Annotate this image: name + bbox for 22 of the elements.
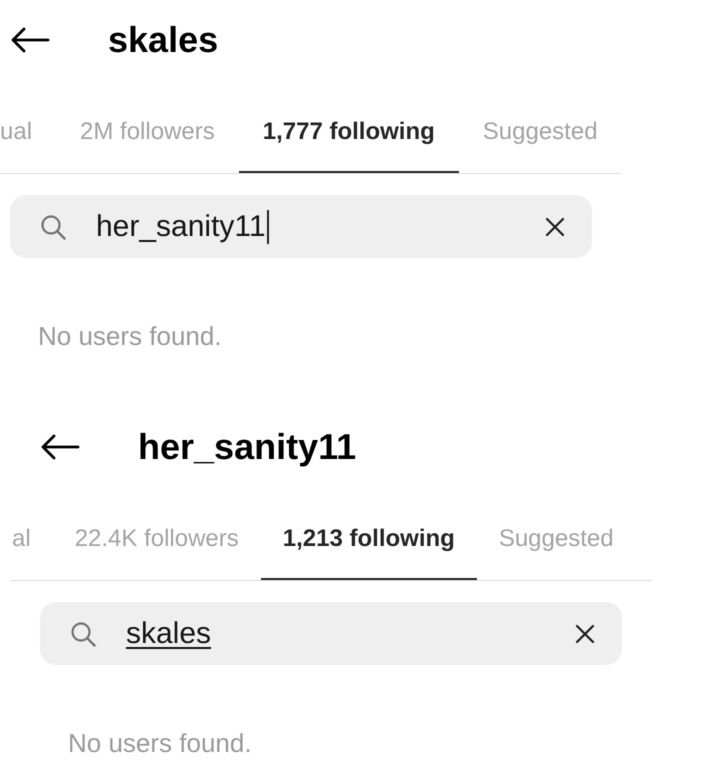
- search-icon: [70, 620, 96, 646]
- search-icon: [40, 214, 66, 240]
- profile-title: her_sanity11: [138, 425, 356, 469]
- empty-message: No users found.: [38, 321, 222, 351]
- left-arrow-icon[interactable]: [40, 434, 80, 460]
- search-query: her_sanity11: [96, 208, 266, 244]
- tab[interactable]: Suggested: [458, 90, 622, 173]
- search-field[interactable]: her_sanity11: [10, 195, 592, 258]
- tab[interactable]: Suggested: [476, 497, 636, 580]
- tab[interactable]: 22.4K followers: [52, 497, 261, 580]
- search-field[interactable]: skales: [40, 602, 622, 665]
- left-arrow-icon[interactable]: [10, 27, 50, 53]
- search-query: skales: [126, 616, 212, 652]
- tab[interactable]: 2M followers: [56, 90, 239, 173]
- tab[interactable]: al: [10, 497, 53, 580]
- tab[interactable]: 1,213 following: [260, 497, 477, 580]
- profile-title: skales: [108, 18, 218, 62]
- tab[interactable]: ual: [0, 90, 56, 173]
- tab[interactable]: 1,777 following: [238, 90, 459, 173]
- empty-message: No users found.: [68, 728, 252, 758]
- close-icon[interactable]: [545, 216, 565, 236]
- close-icon[interactable]: [575, 624, 595, 644]
